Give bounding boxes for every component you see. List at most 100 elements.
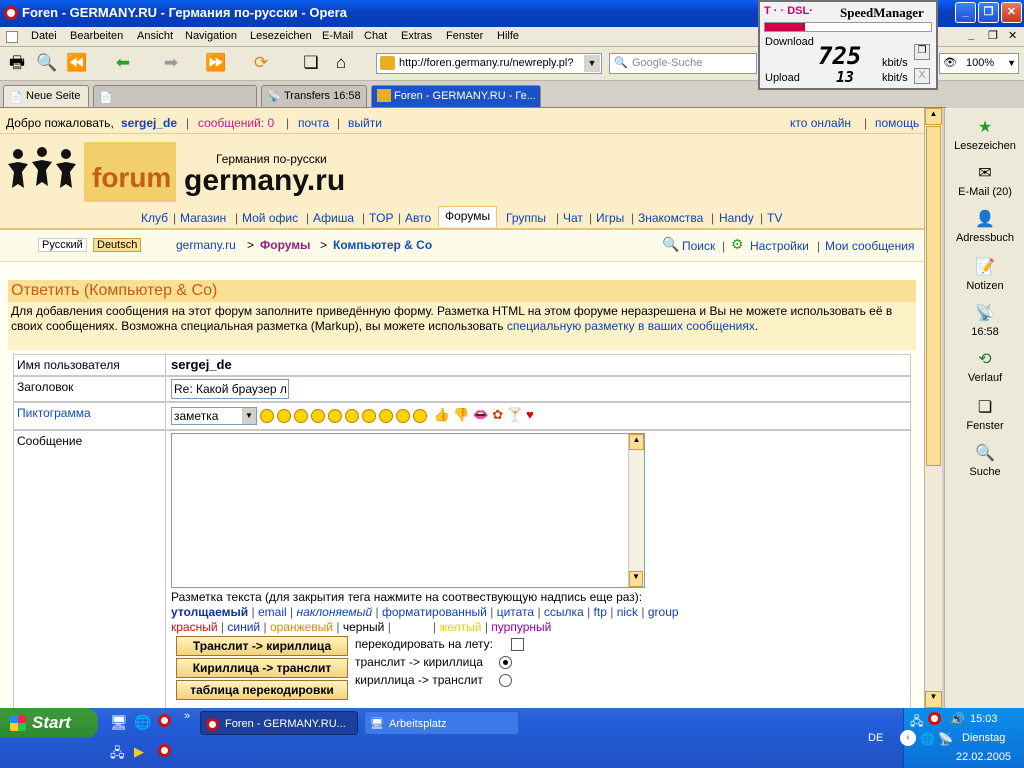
nav-forums[interactable]: Форумы bbox=[438, 206, 498, 227]
speedmanager-widget[interactable]: T · · DSL· SpeedManager Download 725 kbi… bbox=[758, 0, 938, 90]
forward-icon[interactable]: ➡ bbox=[160, 52, 182, 74]
opera-quicklaunch-icon[interactable] bbox=[158, 714, 171, 730]
recode-on-fly-checkbox[interactable] bbox=[511, 638, 524, 651]
fast-forward-icon[interactable]: ⏩ bbox=[205, 52, 227, 74]
breadcrumb-section[interactable]: Компьютер & Co bbox=[333, 238, 432, 252]
panel-contacts[interactable]: 👤 Adressbuch bbox=[945, 210, 1024, 244]
nav-tv[interactable]: TV bbox=[767, 211, 782, 225]
opera-tray-icon[interactable] bbox=[928, 712, 941, 728]
volume-tray-icon[interactable]: 🔊 bbox=[950, 712, 965, 726]
menu-hilfe[interactable]: Hilfe bbox=[497, 30, 519, 42]
menu-extras[interactable]: Extras bbox=[401, 30, 432, 42]
maximize-button[interactable]: ❐ bbox=[978, 2, 999, 23]
close-button[interactable]: ✕ bbox=[1001, 2, 1022, 23]
menu-fenster[interactable]: Fenster bbox=[446, 30, 483, 42]
mail-link[interactable]: почта bbox=[298, 116, 329, 130]
panel-windows[interactable]: ❏ Fenster bbox=[945, 398, 1024, 432]
network-tray-icon[interactable]: 🖧 bbox=[910, 712, 923, 733]
mdi-restore-button[interactable]: ❐ bbox=[988, 29, 998, 42]
flower-icon[interactable]: ✿ bbox=[492, 407, 503, 422]
icon-label[interactable]: Пиктограмма bbox=[14, 403, 166, 429]
search-link[interactable]: Поиск bbox=[682, 239, 715, 253]
tag-nick[interactable]: nick bbox=[617, 605, 638, 619]
tab-blank[interactable]: 📄 bbox=[93, 85, 257, 107]
shock-icon[interactable] bbox=[379, 409, 394, 423]
nav-handy[interactable]: Handy bbox=[719, 211, 754, 225]
print-icon[interactable]: 🖶 bbox=[6, 52, 28, 74]
lang-german-button[interactable]: Deutsch bbox=[93, 238, 142, 252]
quicklaunch-more-icon[interactable]: » bbox=[184, 710, 190, 722]
color-red[interactable]: красный bbox=[171, 620, 218, 634]
tray-expand-icon[interactable]: ‹ bbox=[900, 730, 916, 746]
clock-time[interactable]: 15:03 bbox=[970, 713, 998, 725]
zoom-field[interactable]: 👁 100% ▼ bbox=[939, 53, 1019, 74]
nav-auto[interactable]: Авто bbox=[405, 211, 431, 225]
nav-afisha[interactable]: Афиша bbox=[313, 211, 354, 225]
color-purple[interactable]: пурпурный bbox=[491, 620, 551, 634]
satellite-tray-icon[interactable]: 📡 bbox=[938, 732, 953, 746]
help-link[interactable]: помощь bbox=[875, 116, 919, 130]
wink-icon[interactable] bbox=[345, 409, 360, 423]
menu-lesezeichen[interactable]: Lesezeichen bbox=[250, 30, 312, 42]
minimize-button[interactable]: _ bbox=[955, 2, 976, 23]
icon-select[interactable]: заметка ▼ bbox=[171, 407, 257, 425]
breadcrumb-forums[interactable]: Форумы bbox=[260, 238, 310, 252]
speedmanager-window-button[interactable]: ❐ bbox=[914, 44, 930, 60]
mdi-close-button[interactable]: ✕ bbox=[1008, 29, 1017, 42]
message-textarea[interactable]: ▲ ▼ bbox=[171, 433, 645, 588]
settings-link[interactable]: Настройки bbox=[750, 239, 809, 253]
tag-preformatted[interactable]: форматированный bbox=[382, 605, 487, 619]
mdi-minimize-button[interactable]: _ bbox=[968, 29, 974, 41]
my-messages-link[interactable]: Мои сообщения bbox=[825, 239, 914, 253]
color-orange[interactable]: оранжевый bbox=[270, 620, 333, 634]
nav-chat[interactable]: Чат bbox=[563, 211, 583, 225]
menu-ansicht[interactable]: Ansicht bbox=[137, 30, 173, 42]
tag-ftp[interactable]: ftp bbox=[594, 605, 607, 619]
panel-notes[interactable]: 📝 Notizen bbox=[945, 258, 1024, 292]
thumbs-down-icon[interactable]: 👎 bbox=[453, 407, 469, 422]
who-online-link[interactable]: кто онлайн bbox=[790, 116, 851, 130]
grin-icon[interactable] bbox=[328, 409, 343, 423]
copy-icon[interactable]: ❏ bbox=[300, 52, 322, 74]
media-icon[interactable]: ▶ bbox=[134, 744, 144, 760]
page-scroll-up-icon[interactable]: ▲ bbox=[925, 108, 942, 125]
cyrillic-to-translit-button[interactable]: Кириллица -> транслит bbox=[176, 658, 348, 678]
smile-icon[interactable] bbox=[260, 409, 275, 423]
option-cyrillic-radio[interactable] bbox=[499, 674, 512, 687]
lang-russian-button[interactable]: Русский bbox=[38, 238, 87, 252]
textarea-scrollbar[interactable]: ▲ ▼ bbox=[628, 434, 644, 587]
glass-icon[interactable]: 🍸 bbox=[507, 407, 523, 422]
language-indicator[interactable]: DE bbox=[868, 732, 883, 744]
task-opera[interactable]: Foren - GERMANY.RU... bbox=[200, 711, 358, 735]
scroll-up-icon[interactable]: ▲ bbox=[629, 434, 644, 450]
nav-top[interactable]: TOP bbox=[369, 211, 393, 225]
menu-email[interactable]: E-Mail bbox=[322, 30, 353, 42]
messages-link[interactable]: сообщений: 0 bbox=[198, 116, 274, 130]
page-scrollbar[interactable]: ▲ ▼ bbox=[924, 108, 942, 708]
search-field[interactable]: 🔍 Google-Suche bbox=[609, 53, 757, 74]
thumbs-up-icon[interactable]: 👍 bbox=[434, 407, 450, 422]
color-blue[interactable]: синий bbox=[227, 620, 260, 634]
tag-quote[interactable]: цитата bbox=[497, 605, 534, 619]
nav-shop[interactable]: Магазин bbox=[180, 211, 226, 225]
color-black[interactable]: черный bbox=[343, 620, 385, 634]
panel-transfers[interactable]: 📡 16:58 bbox=[945, 304, 1024, 338]
tab-transfers[interactable]: 📡 Transfers 16:58 bbox=[261, 85, 367, 107]
lips-icon[interactable]: 👄 bbox=[473, 407, 489, 422]
zoom-dropdown-icon[interactable]: ▼ bbox=[1007, 54, 1016, 73]
page-scroll-down-icon[interactable]: ▼ bbox=[925, 691, 942, 708]
panel-search[interactable]: 🔍 Suche bbox=[945, 444, 1024, 478]
color-yellow[interactable]: желтый bbox=[439, 620, 481, 634]
address-dropdown-icon[interactable]: ▼ bbox=[584, 55, 600, 72]
address-field[interactable]: http://foren.germany.ru/newreply.pl? bbox=[376, 53, 602, 74]
tab-forum[interactable]: Foren - GERMANY.RU - Ге... bbox=[371, 85, 541, 107]
markup-help-link[interactable]: специальную разметку в ваших сообщениях bbox=[507, 319, 755, 333]
panel-bookmarks[interactable]: ★ Lesezeichen bbox=[945, 118, 1024, 152]
surprised-icon[interactable] bbox=[294, 409, 309, 423]
page-scroll-thumb[interactable] bbox=[926, 126, 941, 466]
recode-table-button[interactable]: таблица перекодировки bbox=[176, 680, 348, 700]
panel-history[interactable]: ⟲ Verlauf bbox=[945, 350, 1024, 384]
nav-club[interactable]: Клуб bbox=[141, 211, 168, 225]
logout-link[interactable]: выйти bbox=[348, 116, 382, 130]
menu-chat[interactable]: Chat bbox=[364, 30, 387, 42]
